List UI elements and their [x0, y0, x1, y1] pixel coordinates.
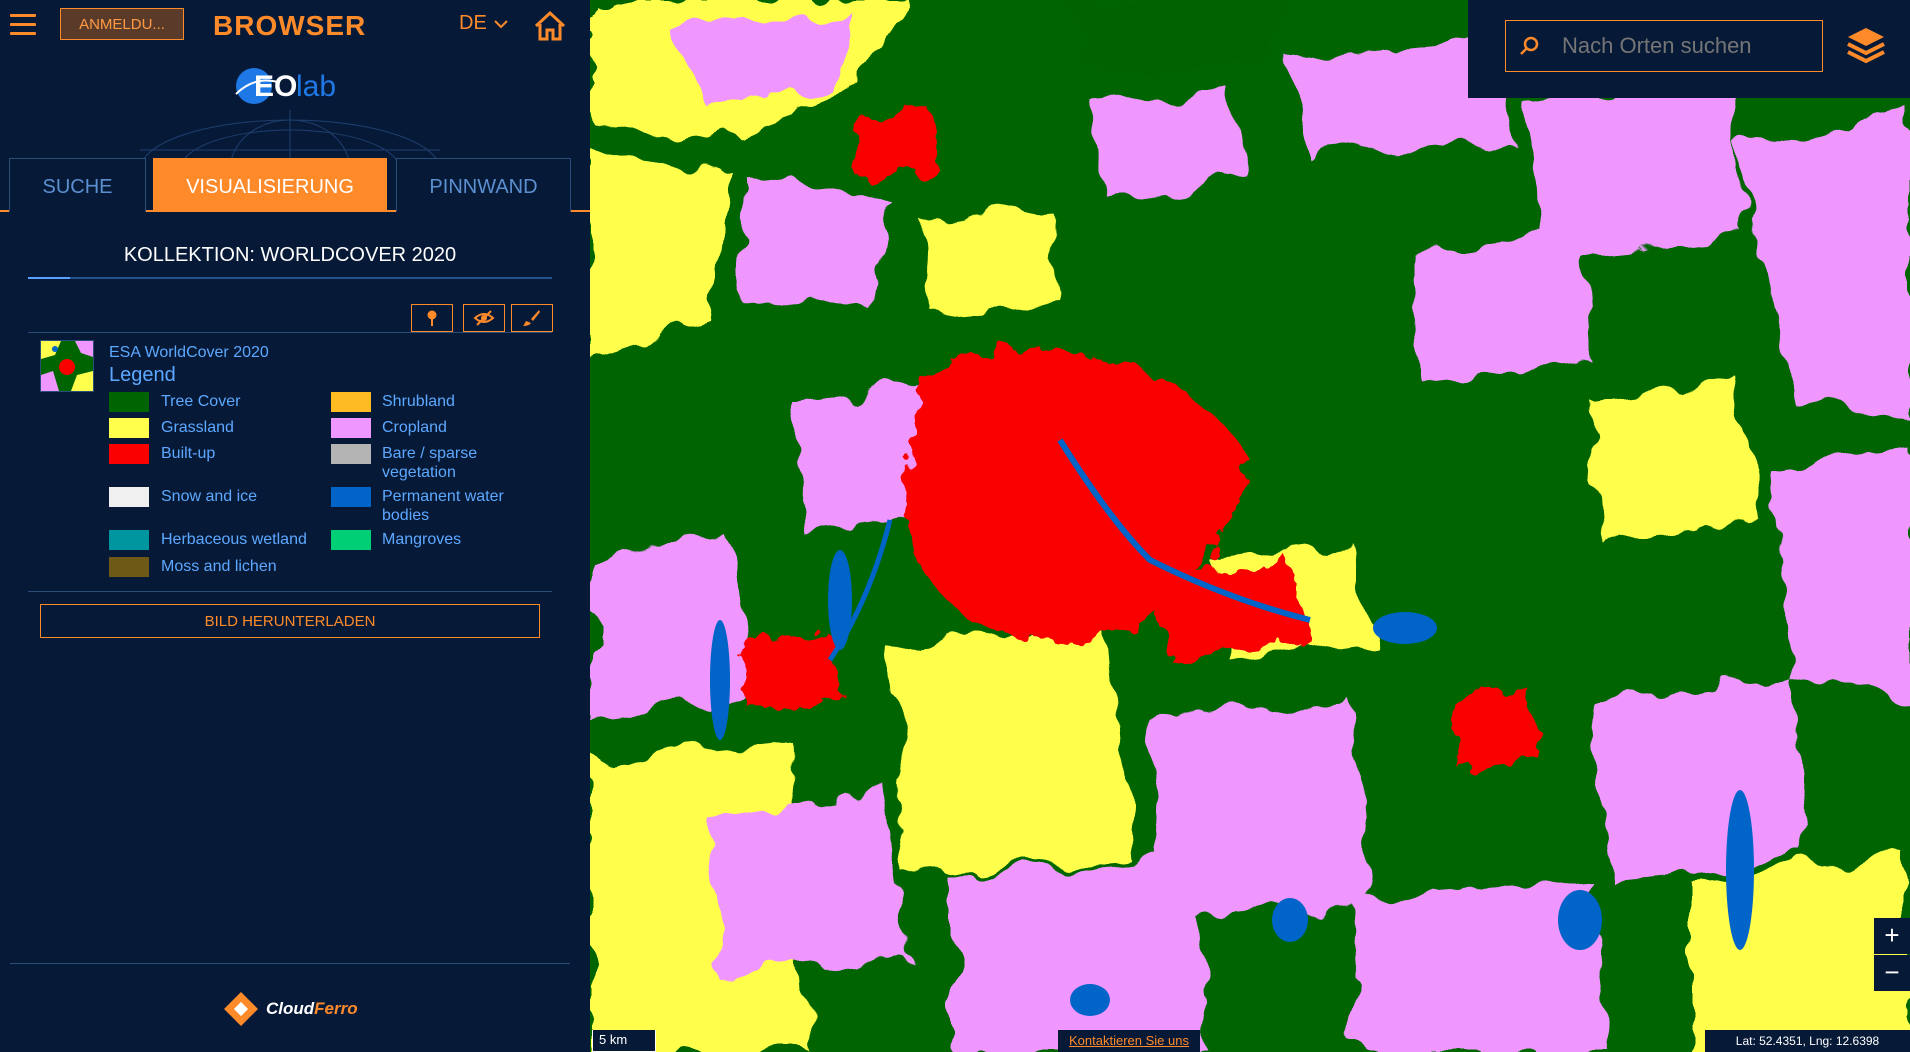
scale-bar: 5 km	[592, 1030, 656, 1052]
contact-link[interactable]: Kontaktieren Sie uns	[1058, 1030, 1200, 1052]
tab-suche[interactable]: SUCHE	[9, 158, 146, 212]
legend-label-grassland: Grassland	[161, 419, 234, 436]
legend-title: Legend	[109, 364, 176, 386]
logo-eo-text: EO	[254, 70, 298, 103]
collection-title: KOLLEKTION: WORLDCOVER 2020	[123, 244, 457, 266]
legend-swatch-cropland	[331, 418, 371, 438]
legend-swatch-tree-cover	[109, 392, 149, 412]
zoom-out-button[interactable]: −	[1874, 955, 1910, 991]
zoom-in-button[interactable]: +	[1874, 918, 1910, 954]
eolab-logo: EO lab	[232, 64, 352, 108]
search-input[interactable]	[1560, 32, 1804, 60]
layer-name: ESA WorldCover 2020	[109, 344, 269, 361]
home-icon[interactable]	[533, 9, 567, 43]
search-icon	[1520, 36, 1539, 55]
cloudferro-mark-icon	[224, 992, 258, 1026]
tab-pinnwand[interactable]: PINNWAND	[396, 158, 571, 212]
legend-label-water: Permanent water bodies	[382, 488, 504, 524]
landcover-map-image[interactable]	[590, 0, 1910, 1052]
legend-label-moss: Moss and lichen	[161, 558, 277, 575]
visibility-button[interactable]	[463, 304, 505, 332]
legend-swatch-snow	[109, 487, 149, 507]
coordinates-readout: Lat: 52.4351, Lng: 12.6398	[1705, 1030, 1910, 1052]
title-underline	[28, 277, 552, 279]
login-button[interactable]: ANMELDU...	[60, 8, 184, 40]
pin-icon	[427, 310, 437, 326]
tab-visualisierung[interactable]: VISUALISIERUNG	[153, 158, 387, 212]
download-image-button[interactable]: BILD HERUNTERLADEN	[40, 604, 540, 638]
eye-off-icon	[473, 310, 495, 326]
legend-label-bare: Bare / sparse vegetation	[382, 445, 478, 481]
legend-label-shrubland: Shrubland	[382, 393, 455, 410]
divider	[28, 591, 552, 592]
legend-swatch-shrubland	[331, 392, 371, 412]
legend-swatch-mangroves	[331, 530, 371, 550]
divider	[28, 332, 552, 333]
legend-label-mangroves: Mangroves	[382, 531, 462, 548]
legend-swatch-bare	[331, 444, 371, 464]
legend-label-snow: Snow and ice	[161, 488, 258, 505]
legend-label-tree-cover: Tree Cover	[161, 393, 241, 410]
legend-label-built-up: Built-up	[161, 445, 216, 462]
language-label: DE	[459, 12, 487, 34]
logo-lab-text: lab	[296, 70, 337, 103]
cloudferro-logo[interactable]: CloudFerro	[222, 990, 358, 1028]
language-selector[interactable]: DE	[459, 12, 509, 35]
pin-button[interactable]	[411, 304, 453, 332]
brush-icon	[523, 310, 540, 326]
cloudferro-text-ferro: Ferro	[314, 999, 358, 1018]
legend-label-wetland: Herbaceous wetland	[161, 531, 307, 548]
chevron-down-icon	[494, 19, 508, 28]
menu-icon[interactable]	[10, 14, 36, 36]
cloudferro-text-cloud: Cloud	[266, 999, 315, 1018]
tab-bar: SUCHE VISUALISIERUNG PINNWAND	[0, 158, 590, 212]
place-search[interactable]	[1505, 20, 1823, 72]
sidebar: ANMELDU... BROWSER DE EO lab SUCHE VISUA…	[0, 0, 590, 1052]
app-title: BROWSER	[213, 10, 367, 41]
style-button[interactable]	[511, 304, 553, 332]
legend-swatch-moss	[109, 557, 149, 577]
map-view[interactable]: + −	[590, 0, 1910, 1052]
layers-icon[interactable]	[1844, 24, 1888, 68]
legend-swatch-water	[331, 487, 371, 507]
legend-swatch-wetland	[109, 530, 149, 550]
legend-label-cropland: Cropland	[382, 419, 447, 436]
layer-thumbnail	[40, 340, 94, 392]
footer-divider	[10, 963, 570, 964]
legend-swatch-built-up	[109, 444, 149, 464]
legend-swatch-grassland	[109, 418, 149, 438]
search-panel	[1468, 0, 1910, 98]
